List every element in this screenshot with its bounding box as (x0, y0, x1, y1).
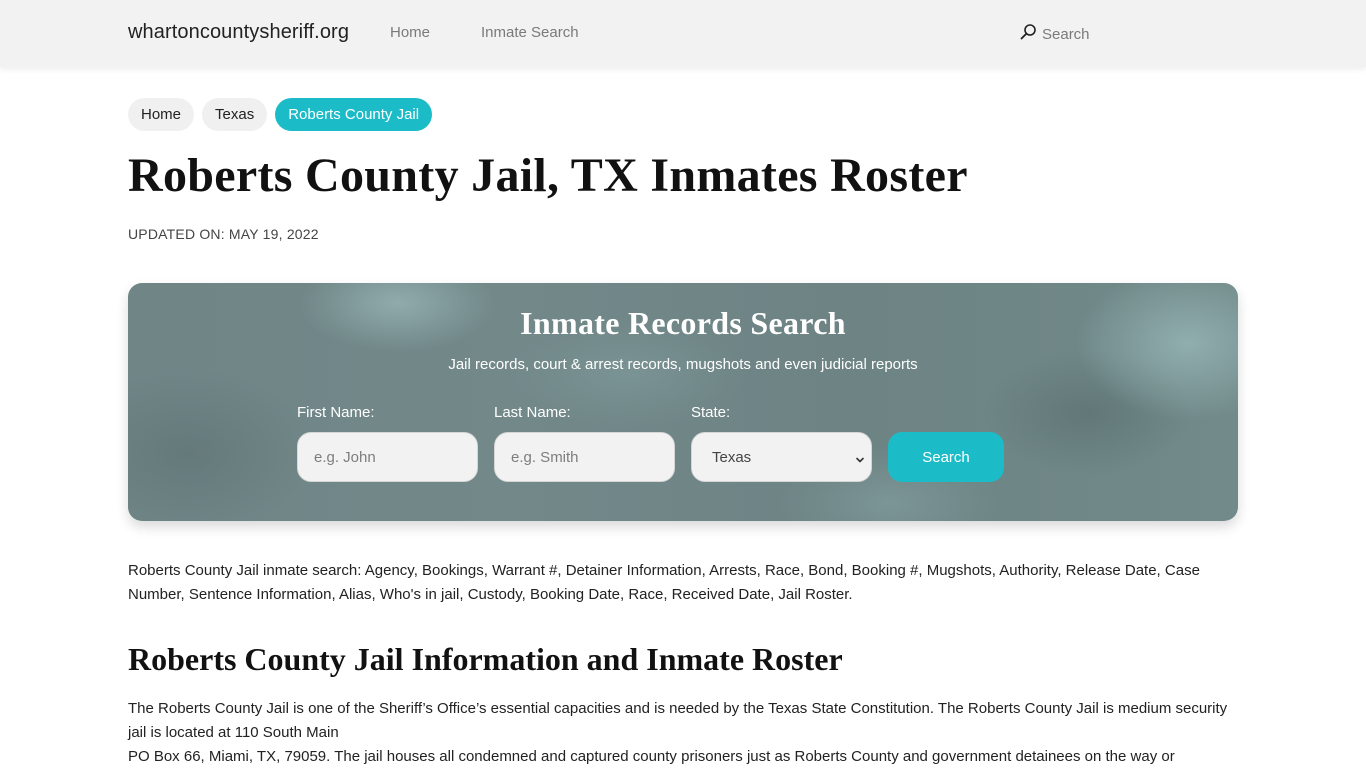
keywords-paragraph: Roberts County Jail inmate search: Agenc… (128, 562, 1200, 603)
site-brand-link[interactable]: whartoncountysheriff.org (128, 21, 349, 44)
nav-home-link[interactable]: Home (390, 24, 430, 41)
first-name-input[interactable] (297, 432, 478, 482)
search-submit-button[interactable]: Search (888, 432, 1004, 482)
last-name-label: Last Name: (494, 404, 571, 421)
jail-info-line: The Roberts County Jail is one of the Sh… (128, 700, 1228, 741)
jail-info-paragraph: The Roberts County Jail is one of the Sh… (128, 697, 1238, 768)
search-icon (1020, 23, 1037, 45)
inmate-search-panel: Inmate Records Search Jail records, cour… (128, 283, 1238, 521)
header-search-button[interactable]: Search (1020, 22, 1090, 46)
state-select[interactable]: Texas (691, 432, 872, 482)
last-name-input[interactable] (494, 432, 675, 482)
search-panel-subtitle: Jail records, court & arrest records, mu… (448, 356, 918, 373)
breadcrumb: Home Texas Roberts County Jail (128, 98, 433, 131)
state-label: State: (691, 404, 731, 421)
breadcrumb-texas[interactable]: Texas (202, 98, 268, 131)
header-search-label: Search (1042, 25, 1090, 43)
search-panel-title: Inmate Records Search (520, 305, 846, 341)
nav-inmate-search-link[interactable]: Inmate Search (481, 24, 579, 41)
site-header: whartoncountysheriff.org Home Inmate Sea… (0, 0, 1366, 67)
updated-date: UPDATED ON: MAY 19, 2022 (128, 226, 319, 242)
first-name-label: First Name: (297, 404, 375, 421)
page-title: Roberts County Jail, TX Inmates Roster (128, 149, 968, 202)
jail-info-line: PO Box 66, Miami, TX, 79059. The jail ho… (128, 748, 1175, 765)
section-title: Roberts County Jail Information and Inma… (128, 641, 843, 677)
breadcrumb-roberts-county-jail[interactable]: Roberts County Jail (275, 98, 433, 131)
breadcrumb-home[interactable]: Home (128, 98, 195, 131)
